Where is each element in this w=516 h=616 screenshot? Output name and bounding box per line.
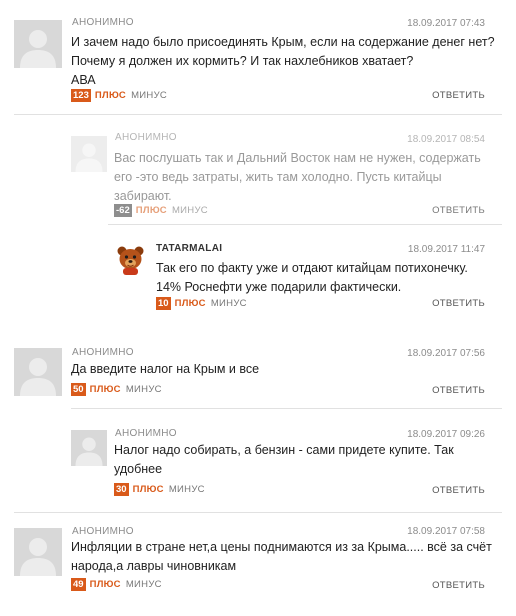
upvote-button[interactable]: ПЛЮС: [90, 384, 121, 395]
avatar[interactable]: [71, 136, 107, 172]
comment-3: TATARMALAI 18.09.2017 11:47 Так его по ф…: [0, 226, 516, 334]
downvote-button[interactable]: МИНУС: [126, 579, 162, 590]
user-silhouette-icon: [71, 430, 107, 466]
upvote-button[interactable]: ПЛЮС: [133, 484, 164, 495]
downvote-button[interactable]: МИНУС: [131, 90, 167, 101]
reply-button[interactable]: ОТВЕТИТЬ: [400, 205, 485, 216]
vote-controls: 123 ПЛЮС МИНУС: [71, 89, 167, 102]
comment-author: АНОНИМНО: [72, 347, 134, 358]
vote-controls: 49 ПЛЮС МИНУС: [71, 578, 162, 591]
reply-button[interactable]: ОТВЕТИТЬ: [400, 385, 485, 396]
downvote-button[interactable]: МИНУС: [169, 484, 205, 495]
avatar[interactable]: [14, 348, 62, 396]
vote-controls: 30 ПЛЮС МИНУС: [114, 483, 205, 496]
downvote-button[interactable]: МИНУС: [211, 298, 247, 309]
comment-6: АНОНИМНО 18.09.2017 07:58 Инфляции в стр…: [0, 516, 516, 616]
avatar[interactable]: [14, 528, 62, 576]
downvote-button[interactable]: МИНУС: [172, 205, 208, 216]
comment-text: Да введите налог на Крым и все: [71, 362, 260, 376]
comment-text: Так его по факту уже и отдают китайцам п…: [156, 261, 468, 294]
comment-text: Вас послушать так и Дальний Восток нам н…: [114, 151, 481, 203]
user-silhouette-icon: [14, 348, 62, 396]
upvote-button[interactable]: ПЛЮС: [90, 579, 121, 590]
score-badge: 30: [114, 483, 129, 496]
score-badge: 10: [156, 297, 171, 310]
user-silhouette-icon: [14, 20, 62, 68]
comment-date: 18.09.2017 07:43: [407, 18, 485, 29]
comment-text: Инфляции в стране нет,а цены поднимаются…: [71, 540, 492, 573]
reply-button[interactable]: ОТВЕТИТЬ: [400, 298, 485, 309]
comment-date: 18.09.2017 11:47: [407, 244, 485, 255]
bear-avatar-icon: [117, 246, 144, 275]
upvote-button[interactable]: ПЛЮС: [95, 90, 126, 101]
divider: [108, 224, 502, 225]
divider: [14, 512, 502, 513]
divider: [14, 114, 502, 115]
score-badge: 49: [71, 578, 86, 591]
vote-controls: 10 ПЛЮС МИНУС: [156, 297, 247, 310]
comment-author: TATARMALAI: [156, 243, 223, 254]
avatar[interactable]: [71, 430, 107, 466]
score-badge: -62: [114, 204, 132, 217]
reply-button[interactable]: ОТВЕТИТЬ: [400, 90, 485, 101]
comment-author: АНОНИМНО: [115, 132, 177, 143]
vote-controls: 50 ПЛЮС МИНУС: [71, 383, 162, 396]
avatar[interactable]: [114, 243, 147, 276]
divider: [71, 408, 502, 409]
reply-button[interactable]: ОТВЕТИТЬ: [400, 485, 485, 496]
avatar[interactable]: [14, 20, 62, 68]
comment-date: 18.09.2017 08:54: [407, 134, 485, 145]
comment-date: 18.09.2017 07:58: [407, 526, 485, 537]
comment-5: АНОНИМНО 18.09.2017 09:26 Налог надо соб…: [0, 416, 516, 516]
comment-author: АНОНИМНО: [115, 428, 177, 439]
comment-4: АНОНИМНО 18.09.2017 07:56 Да введите нал…: [0, 334, 516, 416]
comment-author: АНОНИМНО: [72, 526, 134, 537]
score-badge: 50: [71, 383, 86, 396]
comment-date: 18.09.2017 07:56: [407, 348, 485, 359]
comment-text: Налог надо собирать, а бензин - сами при…: [114, 443, 454, 476]
score-badge: 123: [71, 89, 91, 102]
vote-controls: -62 ПЛЮС МИНУС: [114, 204, 208, 217]
comment-author: АНОНИМНО: [72, 17, 134, 28]
comment-date: 18.09.2017 09:26: [407, 429, 485, 440]
downvote-button[interactable]: МИНУС: [126, 384, 162, 395]
comment-text: И зачем надо было присоединять Крым, есл…: [71, 35, 495, 87]
reply-button[interactable]: ОТВЕТИТЬ: [400, 580, 485, 591]
user-silhouette-icon: [14, 528, 62, 576]
comment-2: АНОНИМНО 18.09.2017 08:54 Вас послушать …: [0, 116, 516, 226]
user-silhouette-icon: [71, 136, 107, 172]
upvote-button[interactable]: ПЛЮС: [175, 298, 206, 309]
upvote-button[interactable]: ПЛЮС: [136, 205, 167, 216]
comment-1: АНОНИМНО 18.09.2017 07:43 И зачем надо б…: [0, 0, 516, 116]
